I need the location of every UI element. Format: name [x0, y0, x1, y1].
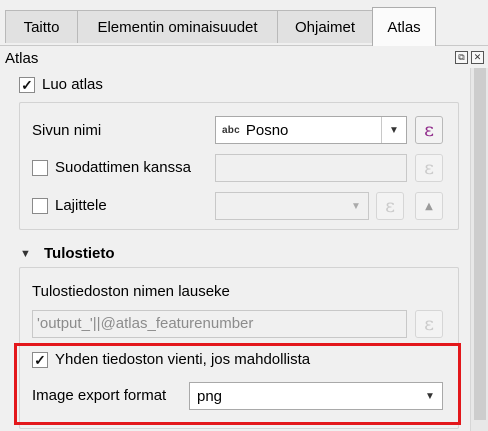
- panel-title: Atlas: [5, 50, 39, 67]
- sort-expression-button: ε: [376, 192, 404, 220]
- filter-expression-field: [215, 154, 407, 182]
- chevron-down-icon[interactable]: ▼: [381, 117, 406, 143]
- page-name-combobox[interactable]: abc Posno ▼: [215, 116, 407, 144]
- tab-atlas[interactable]: Atlas: [372, 7, 436, 46]
- expression-icon: ε: [385, 195, 395, 217]
- close-icon[interactable]: ✕: [471, 51, 484, 64]
- vertical-scrollbar[interactable]: [470, 68, 488, 431]
- tab-label: Taitto: [23, 18, 60, 36]
- chevron-down-icon: ▼: [351, 200, 361, 212]
- filter-label: Suodattimen kanssa: [55, 159, 191, 176]
- tab-guides[interactable]: Ohjaimet: [277, 10, 373, 43]
- tab-label: Atlas: [387, 18, 421, 36]
- output-filename-expression-button: ε: [415, 310, 443, 338]
- tab-layout[interactable]: Taitto: [5, 10, 78, 43]
- float-icon[interactable]: ⧉: [455, 51, 468, 64]
- page-name-expression-button[interactable]: ε: [415, 116, 443, 144]
- generate-atlas-checkbox[interactable]: ✓: [19, 77, 35, 93]
- output-filename-field: 'output_'||@atlas_featurenumber: [32, 310, 407, 338]
- chevron-up-icon: ▲: [425, 200, 433, 212]
- highlight-box: [14, 343, 461, 425]
- output-section-title: Tulostieto: [44, 245, 115, 262]
- generate-atlas-label: Luo atlas: [42, 76, 103, 93]
- page-name-value: Posno: [245, 121, 289, 139]
- filter-checkbox[interactable]: [32, 160, 48, 176]
- tab-label: Ohjaimet: [294, 18, 356, 36]
- string-type-icon: abc: [222, 124, 240, 136]
- scrollbar-thumb[interactable]: [474, 68, 486, 420]
- expression-icon: ε: [424, 313, 434, 335]
- expression-icon: ε: [424, 157, 434, 179]
- tab-item-properties[interactable]: Elementin ominaisuudet: [77, 10, 278, 43]
- page-name-label: Sivun nimi: [32, 122, 102, 139]
- tab-bar: Taitto Elementin ominaisuudet Ohjaimet A…: [0, 0, 488, 46]
- sort-field-combobox: ▼: [215, 192, 369, 220]
- tab-label: Elementin ominaisuudet: [97, 18, 258, 36]
- dock-buttons: ⧉ ✕: [455, 51, 484, 64]
- collapse-arrow-icon[interactable]: ▼: [20, 248, 31, 260]
- expression-icon: ε: [424, 119, 434, 141]
- output-filename-label: Tulostiedoston nimen lauseke: [32, 283, 230, 300]
- sort-ascending-button: ▲: [415, 192, 443, 220]
- sort-label: Lajittele: [55, 197, 107, 214]
- filter-expression-button: ε: [415, 154, 443, 182]
- sort-checkbox[interactable]: [32, 198, 48, 214]
